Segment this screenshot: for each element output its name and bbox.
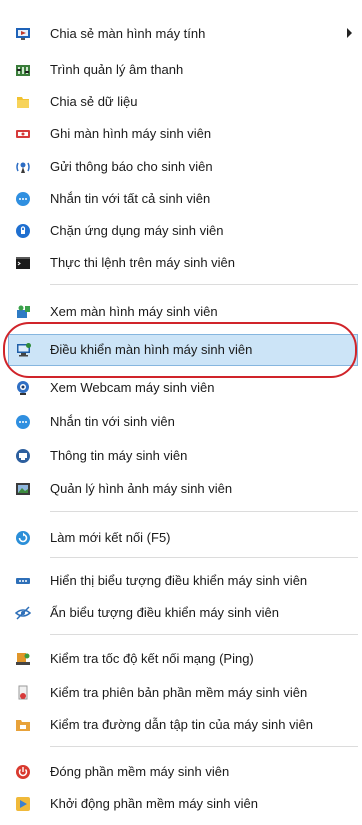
record-screen-icon bbox=[15, 126, 31, 142]
remote-control-icon bbox=[16, 342, 32, 358]
menu-item-check-version[interactable]: Kiểm tra phiên bản phần mềm máy sinh viê… bbox=[0, 677, 362, 709]
menu-item-label: Chặn ứng dụng máy sinh viên bbox=[50, 223, 224, 238]
menu-separator bbox=[50, 511, 358, 512]
menu-item-label: Gửi thông báo cho sinh viên bbox=[50, 159, 213, 174]
command-prompt-icon bbox=[15, 255, 31, 271]
menu-separator bbox=[50, 746, 358, 747]
submenu-arrow-icon bbox=[347, 28, 352, 38]
menu-item-label: Chia sẻ dữ liệu bbox=[50, 94, 138, 109]
menu-item-label: Thực thi lệnh trên máy sinh viên bbox=[50, 255, 236, 270]
power-off-icon bbox=[15, 764, 31, 780]
menu-item-computer-info[interactable]: Thông tin máy sinh viên bbox=[0, 440, 362, 472]
menu-item-show-control-icon[interactable]: Hiển thị biểu tượng điều khiển máy sinh … bbox=[0, 565, 362, 597]
menu-item-remote-control[interactable]: Điều khiển màn hình máy sinh viên bbox=[8, 334, 358, 366]
menu-item-label: Thông tin máy sinh viên bbox=[50, 448, 188, 463]
folder-icon bbox=[15, 94, 31, 110]
menu-item-record-screen[interactable]: Ghi màn hình máy sinh viên bbox=[0, 118, 362, 150]
menu-item-label: Xem màn hình máy sinh viên bbox=[50, 304, 218, 319]
image-manager-icon bbox=[15, 481, 31, 497]
menu-item-label: Điều khiển màn hình máy sinh viên bbox=[50, 342, 253, 357]
menu-item-label: Nhắn tin với sinh viên bbox=[50, 414, 175, 429]
menu-item-label: Xem Webcam máy sinh viên bbox=[50, 380, 215, 395]
menu-separator bbox=[50, 557, 358, 558]
menu-item-share-data[interactable]: Chia sẻ dữ liệu bbox=[0, 86, 362, 118]
ping-icon bbox=[15, 651, 31, 667]
menu-item-label: Khởi động phần mềm máy sinh viên bbox=[50, 796, 258, 811]
hide-control-icon bbox=[15, 605, 31, 621]
menu-item-ping[interactable]: Kiểm tra tốc độ kết nối mạng (Ping) bbox=[0, 643, 362, 675]
menu-item-hide-control-icon[interactable]: Ẩn biểu tượng điều khiển máy sinh viên bbox=[0, 597, 362, 629]
start-app-icon bbox=[15, 796, 31, 812]
menu-item-view-screen[interactable]: Xem màn hình máy sinh viên bbox=[0, 296, 362, 328]
menu-item-share-screen[interactable]: Chia sẻ màn hình máy tính bbox=[0, 18, 362, 50]
menu-separator bbox=[50, 284, 358, 285]
context-menu: Chia sẻ màn hình máy tính Trình quản lý … bbox=[0, 0, 362, 825]
menu-item-audio-manager[interactable]: Trình quản lý âm thanh bbox=[0, 54, 362, 86]
menu-item-close-app[interactable]: Đóng phần mềm máy sinh viên bbox=[0, 756, 362, 788]
menu-item-send-notification[interactable]: Gửi thông báo cho sinh viên bbox=[0, 151, 362, 183]
menu-separator bbox=[50, 634, 358, 635]
menu-item-label: Kiểm tra tốc độ kết nối mạng (Ping) bbox=[50, 651, 254, 666]
version-check-icon bbox=[15, 685, 31, 701]
menu-item-view-webcam[interactable]: Xem Webcam máy sinh viên bbox=[0, 372, 362, 404]
menu-item-chat-student[interactable]: Nhắn tin với sinh viên bbox=[0, 406, 362, 438]
menu-item-label: Trình quản lý âm thanh bbox=[50, 62, 184, 77]
menu-item-image-manager[interactable]: Quản lý hình ảnh máy sinh viên bbox=[0, 473, 362, 505]
computer-info-icon bbox=[15, 448, 31, 464]
menu-item-label: Đóng phần mềm máy sinh viên bbox=[50, 764, 230, 779]
menu-item-label: Hiển thị biểu tượng điều khiển máy sinh … bbox=[50, 573, 308, 588]
refresh-icon bbox=[15, 530, 31, 546]
menu-item-check-path[interactable]: Kiểm tra đường dẫn tập tin của máy sinh … bbox=[0, 709, 362, 741]
menu-item-label: Làm mới kết nối (F5) bbox=[50, 530, 171, 545]
cropped-title-fragment bbox=[200, 0, 246, 2]
menu-item-block-app[interactable]: Chặn ứng dụng máy sinh viên bbox=[0, 215, 362, 247]
block-app-icon bbox=[15, 223, 31, 239]
view-screen-icon bbox=[15, 304, 31, 320]
menu-item-label: Ẩn biểu tượng điều khiển máy sinh viên bbox=[50, 605, 279, 620]
menu-item-run-command[interactable]: Thực thi lệnh trên máy sinh viên bbox=[0, 247, 362, 279]
menu-item-label: Kiểm tra đường dẫn tập tin của máy sinh … bbox=[50, 717, 313, 732]
menu-item-label: Ghi màn hình máy sinh viên bbox=[50, 126, 212, 141]
audio-mixer-icon bbox=[15, 62, 31, 78]
chat-icon bbox=[15, 414, 31, 430]
chat-all-icon bbox=[15, 191, 31, 207]
menu-item-label: Nhắn tin với tất cả sinh viên bbox=[50, 191, 211, 206]
show-control-icon bbox=[15, 573, 31, 589]
webcam-icon bbox=[15, 380, 31, 396]
menu-item-chat-all[interactable]: Nhắn tin với tất cả sinh viên bbox=[0, 183, 362, 215]
path-check-icon bbox=[15, 717, 31, 733]
menu-item-label: Quản lý hình ảnh máy sinh viên bbox=[50, 481, 233, 496]
menu-item-label: Kiểm tra phiên bản phần mềm máy sinh viê… bbox=[50, 685, 308, 700]
menu-item-start-app[interactable]: Khởi động phần mềm máy sinh viên bbox=[0, 788, 362, 820]
screen-share-icon bbox=[15, 26, 31, 42]
broadcast-icon bbox=[15, 159, 31, 175]
menu-item-refresh[interactable]: Làm mới kết nối (F5) bbox=[0, 522, 362, 554]
menu-item-label: Chia sẻ màn hình máy tính bbox=[50, 26, 206, 41]
